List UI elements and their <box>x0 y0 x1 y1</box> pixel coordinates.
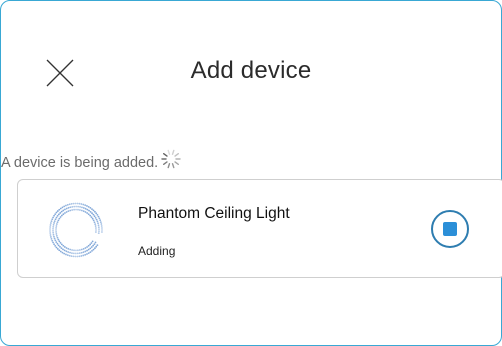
add-device-dialog: Add device A device is being added. Phan… <box>0 0 502 346</box>
adding-status-text: A device is being added. <box>1 155 159 171</box>
device-name: Phantom Ceiling Light <box>138 205 290 222</box>
device-status: Adding <box>138 244 176 258</box>
loading-spinner-icon <box>160 148 182 174</box>
stop-icon <box>443 222 457 236</box>
adding-status-row: A device is being added. <box>1 148 182 175</box>
device-card[interactable]: Phantom Ceiling Light Adding <box>17 179 502 278</box>
ceiling-light-ring-icon <box>42 196 110 269</box>
stop-adding-button[interactable] <box>431 210 469 248</box>
dialog-title: Add device <box>190 57 312 84</box>
